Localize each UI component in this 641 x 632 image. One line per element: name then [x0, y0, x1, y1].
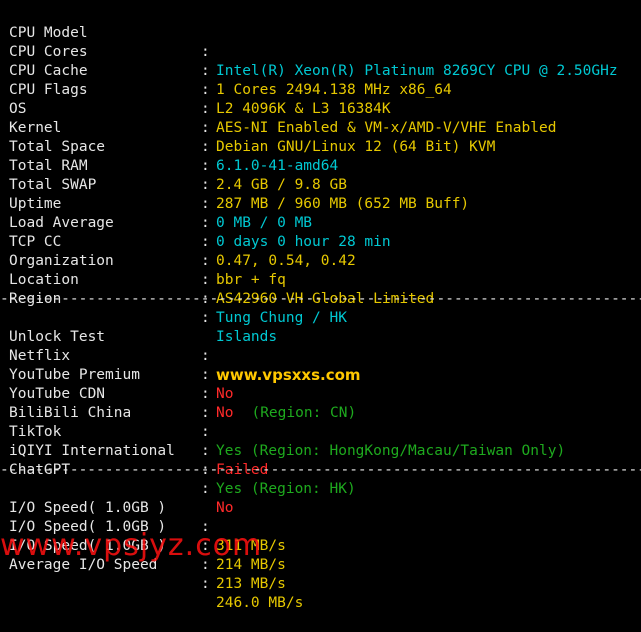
- colon-separator: :: [201, 310, 210, 326]
- section-divider: ----------------------------------------…: [0, 291, 641, 307]
- info-value: 0 MB / 0 MB: [216, 215, 313, 231]
- unlock-status-line: No (Region: CN): [216, 404, 356, 423]
- info-row-cpu-cache: CPU Cache : L2 4096K & L3 16384K: [0, 43, 391, 117]
- colon-separator: :: [201, 120, 210, 136]
- colon-separator: :: [201, 82, 210, 98]
- info-row-total-swap: Total SWAP : 0 MB / 0 MB: [0, 157, 312, 231]
- unlock-status: Yes (Region: HongKong/Macau/Taiwan Only): [216, 443, 566, 459]
- info-value: 0 days 0 hour 28 min: [216, 234, 391, 250]
- info-value: 0.47, 0.54, 0.42: [216, 253, 356, 269]
- colon-separator: :: [201, 158, 210, 174]
- colon-separator: :: [201, 101, 210, 117]
- colon-separator: :: [201, 405, 210, 421]
- info-value: L2 4096K & L3 16384K: [216, 101, 391, 117]
- info-row-tcp-cc: TCP CC : bbr + fq: [0, 214, 286, 288]
- info-row-os: OS : Debian GNU/Linux 12 (64 Bit) KVM: [0, 81, 495, 155]
- colon-separator: :: [201, 215, 210, 231]
- colon-separator: :: [201, 576, 210, 592]
- colon-separator: :: [201, 63, 210, 79]
- info-row-kernel: Kernel : 6.1.0-41-amd64: [0, 100, 338, 174]
- colon-separator: :: [201, 424, 210, 440]
- info-value: Debian GNU/Linux 12 (64 Bit) KVM: [216, 139, 496, 155]
- info-value: Tung Chung / HK: [216, 310, 347, 326]
- io-value: 213 MB/s: [216, 576, 286, 592]
- info-value: Intel(R) Xeon(R) Platinum 8269CY CPU @ 2…: [216, 63, 618, 79]
- colon-separator: :: [201, 196, 210, 212]
- unlock-row-youtube-premium: YouTube Premium : No (Region: CN): [0, 347, 356, 421]
- terminal-window: CPU Model : Intel(R) Xeon(R) Platinum 82…: [0, 0, 641, 611]
- io-speed-row: I/O Speed( 1.0GB ) : 214 MB/s: [0, 499, 286, 573]
- colon-separator: :: [201, 234, 210, 250]
- info-row-total-space: Total Space : 2.4 GB / 9.8 GB: [0, 119, 347, 193]
- info-row-organization: Organization : AS42960 VH Global Limited: [0, 233, 434, 307]
- unlock-status: No: [216, 386, 234, 402]
- colon-separator: :: [201, 139, 210, 155]
- info-row-load-average: Load Average : 0.47, 0.54, 0.42: [0, 195, 356, 269]
- section-divider: ----------------------------------------…: [0, 462, 641, 478]
- info-value: bbr + fq: [216, 272, 286, 288]
- info-row-cpu-flags: CPU Flags : AES-NI Enabled & VM-x/AMD-V/…: [0, 62, 556, 136]
- unlock-status: Yes (Region: HK): [216, 481, 356, 497]
- colon-separator: :: [201, 253, 210, 269]
- unlock-row-tiktok: TikTok : Failed: [0, 404, 268, 478]
- info-row-cpu-model: CPU Model : Intel(R) Xeon(R) Platinum 82…: [0, 5, 618, 79]
- unlock-status: No: [216, 405, 234, 421]
- info-row-total-ram: Total RAM : 287 MB / 960 MB (652 MB Buff…: [0, 138, 469, 212]
- info-row-location: Location : Tung Chung / HK: [0, 252, 347, 326]
- unlock-row-youtube-cdn: YouTube CDN :: [0, 366, 210, 421]
- info-value: 1 Cores 2494.138 MHz x86_64: [216, 82, 452, 98]
- info-value: 287 MB / 960 MB (652 MB Buff): [216, 196, 470, 212]
- site-watermark: www.vpsxxs.com: [216, 366, 361, 384]
- unlock-row-chatgpt: ChatGPT : No: [0, 442, 233, 516]
- unlock-row-netflix: Netflix : No: [0, 328, 233, 402]
- info-row-region: Region : Islands: [0, 271, 277, 345]
- info-value: Islands: [216, 329, 278, 345]
- unlock-test-header: Unlock Test : www.vpsxxs.com: [0, 309, 361, 384]
- colon-separator: :: [201, 272, 210, 288]
- colon-separator: :: [201, 348, 210, 364]
- unlock-region: (Region: CN): [251, 405, 357, 421]
- info-value: AES-NI Enabled & VM-x/AMD-V/VHE Enabled: [216, 120, 557, 136]
- colon-separator: :: [201, 367, 210, 383]
- colon-separator: :: [201, 44, 210, 60]
- io-value: 246.0 MB/s: [216, 595, 304, 611]
- bottom-watermark: www.vpsjyz.com: [0, 528, 263, 563]
- io-speed-row: I/O Speed( 1.0GB ) : 311 MB/s: [0, 480, 286, 554]
- info-row-cpu-cores: CPU Cores : 1 Cores 2494.138 MHz x86_64: [0, 24, 452, 98]
- colon-separator: :: [201, 443, 210, 459]
- unlock-row-iqiyi-international: iQIYI International : Yes (Region: HK): [0, 423, 356, 497]
- colon-separator: :: [201, 386, 210, 402]
- info-row-uptime: Uptime : 0 days 0 hour 28 min: [0, 176, 391, 250]
- unlock-row-bilibili-china: BiliBili China : Yes (Region: HongKong/M…: [0, 385, 565, 459]
- colon-separator: :: [201, 177, 210, 193]
- info-value: 2.4 GB / 9.8 GB: [216, 177, 347, 193]
- colon-separator: :: [201, 481, 210, 497]
- unlock-status: No: [216, 500, 234, 516]
- info-value: 6.1.0-41-amd64: [216, 158, 339, 174]
